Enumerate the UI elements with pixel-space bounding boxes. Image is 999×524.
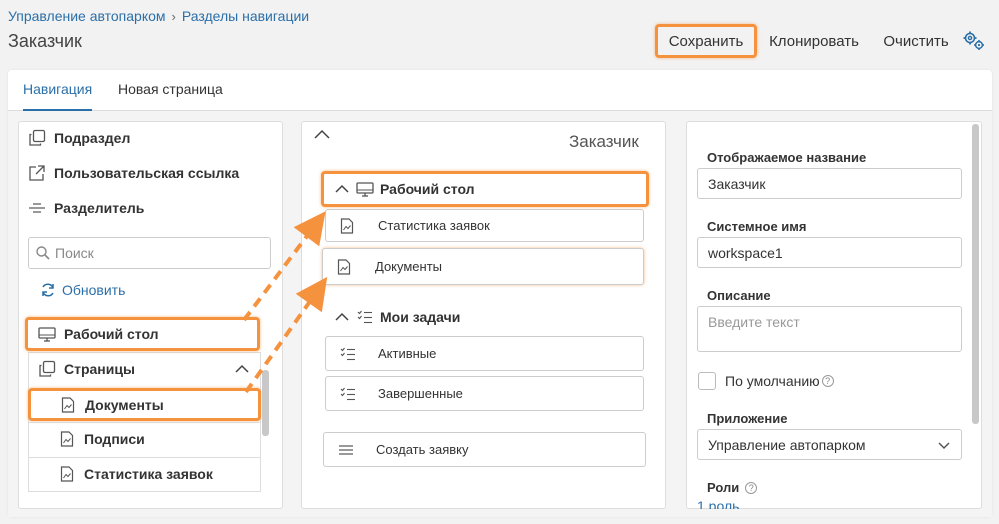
nav-item-create-request[interactable]: Создать заявку — [323, 432, 646, 467]
breadcrumb: Управление автопарком › Разделы навигаци… — [8, 8, 309, 24]
tree-divider — [28, 422, 261, 423]
divider-icon — [28, 199, 46, 217]
system-name-field[interactable]: workspace1 — [697, 237, 962, 268]
description-field[interactable]: Введите текст — [697, 306, 962, 352]
page-title: Заказчик — [8, 31, 82, 51]
copy-icon — [28, 129, 46, 147]
monitor-icon — [356, 180, 374, 198]
tree-item-label: Статистика заявок — [84, 466, 213, 482]
clone-button[interactable]: Клонировать — [764, 24, 864, 58]
palette-item-label: Подраздел — [54, 130, 131, 146]
nav-item-label: Документы — [375, 259, 443, 274]
tree-page-statistics[interactable]: Статистика заявок — [58, 465, 213, 483]
description-label: Описание — [707, 288, 771, 303]
chevron-down-icon — [937, 440, 951, 450]
palette-item-label: Разделитель — [54, 200, 145, 216]
help-icon[interactable]: ? — [745, 481, 758, 494]
tree-item-label: Страницы — [64, 361, 135, 377]
palette-item-subsection[interactable]: Подраздел — [28, 129, 130, 147]
refresh-button[interactable]: Обновить — [40, 282, 125, 298]
default-checkbox[interactable] — [698, 372, 716, 390]
search-input[interactable]: Поиск — [28, 237, 271, 269]
palette-item-label: Пользовательская ссылка — [54, 165, 240, 181]
tree-page-documents[interactable]: Документы — [28, 388, 261, 421]
roles-link[interactable]: 1 роль — [697, 498, 757, 509]
help-icon[interactable]: ? — [821, 375, 834, 387]
page-icon — [58, 465, 76, 483]
display-name-field[interactable]: Заказчик — [697, 168, 962, 199]
tab-new-page[interactable]: Новая страница — [118, 81, 223, 111]
default-checkbox-row: По умолчанию ? — [725, 373, 834, 389]
task-list-icon — [340, 386, 356, 402]
task-list-icon — [356, 308, 374, 326]
search-icon — [35, 245, 51, 261]
default-label: По умолчанию — [725, 373, 820, 389]
nav-item-label: Активные — [378, 346, 437, 361]
palette-item-divider[interactable]: Разделитель — [28, 199, 144, 217]
external-link-icon — [28, 164, 46, 182]
left-scrollbar[interactable] — [262, 370, 269, 436]
chevron-up-icon[interactable] — [313, 128, 331, 142]
lines-icon — [338, 442, 354, 458]
nav-item-label: Создать заявку — [376, 442, 469, 457]
nav-item-documents[interactable]: Документы — [322, 248, 644, 285]
copy-icon — [38, 360, 56, 378]
nav-item-active[interactable]: Активные — [325, 336, 644, 371]
page-icon — [337, 258, 353, 275]
tab-navigation[interactable]: Навигация — [23, 81, 93, 111]
page-icon — [59, 396, 77, 414]
palette-item-custom-link[interactable]: Пользовательская ссылка — [28, 164, 239, 182]
breadcrumb-root-link[interactable]: Управление автопарком — [8, 8, 166, 24]
tree-item-workspace[interactable]: Рабочий стол — [25, 317, 260, 351]
nav-item-completed[interactable]: Завершенные — [325, 376, 644, 411]
nav-item-label: Завершенные — [378, 386, 463, 401]
gear-icon[interactable] — [962, 30, 986, 52]
right-scrollbar[interactable] — [972, 124, 979, 424]
page-icon — [58, 430, 76, 448]
app-select-value: Управление автопарком — [708, 436, 866, 453]
roles-label: Роли — [707, 480, 740, 495]
chevron-up-icon[interactable] — [334, 311, 350, 323]
roles-value: 1 роль — [697, 498, 740, 509]
save-button[interactable]: Сохранить — [655, 24, 757, 58]
monitor-icon — [38, 325, 56, 343]
description-placeholder: Введите текст — [708, 314, 800, 330]
clear-button[interactable]: Очистить — [878, 24, 954, 58]
tree-page-signatures[interactable]: Подписи — [58, 430, 145, 448]
breadcrumb-current-link[interactable]: Разделы навигации — [182, 8, 309, 24]
group-label: Мои задачи — [380, 309, 461, 325]
group-my-tasks[interactable]: Мои задачи — [334, 308, 460, 326]
search-placeholder: Поиск — [55, 245, 94, 261]
chevron-up-icon[interactable] — [234, 363, 250, 375]
group-label: Рабочий стол — [380, 181, 475, 197]
chevron-up-icon[interactable] — [334, 183, 350, 195]
nav-item-label: Статистика заявок — [378, 218, 490, 233]
nav-item-statistics[interactable]: Статистика заявок — [325, 209, 644, 242]
refresh-label: Обновить — [62, 282, 126, 298]
roles-row: Роли ? — [707, 480, 758, 495]
app-select[interactable]: Управление автопарком — [697, 429, 962, 460]
refresh-icon — [40, 282, 56, 298]
preview-title: Заказчик — [569, 132, 639, 151]
display-name-label: Отображаемое название — [707, 150, 867, 165]
page-icon — [340, 217, 356, 234]
group-workspace[interactable]: Рабочий стол — [321, 171, 649, 207]
task-list-icon — [340, 346, 356, 362]
tree-item-label: Документы — [85, 396, 164, 413]
breadcrumb-separator: › — [171, 8, 176, 24]
tree-item-label: Подписи — [84, 431, 145, 447]
tree-divider — [28, 457, 261, 458]
app-label: Приложение — [707, 411, 788, 426]
tree-item-pages[interactable]: Страницы — [38, 360, 260, 378]
tree-item-label: Рабочий стол — [64, 326, 159, 342]
system-name-label: Системное имя — [707, 219, 807, 234]
